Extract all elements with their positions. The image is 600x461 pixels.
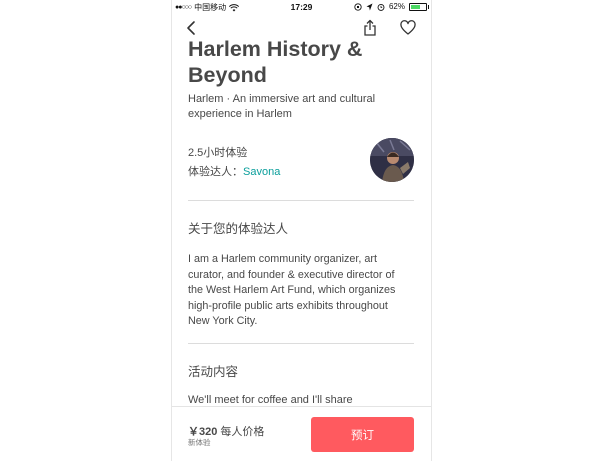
new-experience-badge: 新体验 <box>188 438 211 447</box>
subtitle-line: Harlem · An immersive art and cultural <box>188 93 376 105</box>
host-avatar-image <box>370 138 414 182</box>
status-bar: ●●○○○ 中国移动 17:29 62% <box>172 0 431 14</box>
experience-title: Harlem History & Beyond <box>188 36 418 88</box>
battery-percent: 62% <box>388 2 405 11</box>
alarm-icon <box>377 3 385 11</box>
about-host-line: I am a Harlem community organizer, art <box>188 253 378 265</box>
share-icon[interactable] <box>362 19 378 37</box>
about-host-heading: 关于您的体验达人 <box>188 222 289 236</box>
title-line: Beyond <box>188 63 267 87</box>
section-divider <box>188 343 414 344</box>
title-line: Harlem History & <box>188 37 363 61</box>
heart-icon[interactable] <box>400 20 416 36</box>
about-host-text: I am a Harlem community organizer, art c… <box>188 252 416 330</box>
about-host-line: high-profile public arts exhibits throug… <box>188 299 388 312</box>
host-line: 体验达人：Savona <box>188 163 280 179</box>
section-divider <box>188 200 414 201</box>
battery-icon <box>409 2 429 11</box>
about-host-line: curator, and founder & executive directo… <box>188 268 395 281</box>
experience-subtitle: Harlem · An immersive art and cultural e… <box>188 92 408 122</box>
location-icon <box>366 3 373 10</box>
scroll-content[interactable]: Harlem History & Beyond Harlem · An imme… <box>172 36 431 406</box>
price-unit: 每人价格 <box>220 426 265 438</box>
book-button[interactable]: 预订 <box>311 417 414 452</box>
experience-duration: 2.5小时体验 <box>188 147 248 159</box>
chevron-left-icon[interactable] <box>184 20 200 36</box>
about-host-line: New York City. <box>188 315 258 327</box>
booking-bar: ￥320 每人价格 新体验 预订 <box>172 406 431 461</box>
host-avatar[interactable] <box>370 138 414 182</box>
host-label: 体验达人： <box>188 166 243 178</box>
host-name-link[interactable]: Savona <box>243 166 280 178</box>
phone-screen: ●●○○○ 中国移动 17:29 62% Harlem History & Be… <box>171 0 432 461</box>
activity-heading: 活动内容 <box>188 365 239 379</box>
activity-text: We'll meet for coffee and I'll share <box>188 394 353 406</box>
orientation-lock-icon <box>354 2 362 11</box>
battery-fill <box>411 4 420 9</box>
about-host-line: the West Harlem Art Fund, which organize… <box>188 284 396 296</box>
status-right: 62% <box>354 2 429 11</box>
subtitle-line: experience in Harlem <box>188 108 292 120</box>
